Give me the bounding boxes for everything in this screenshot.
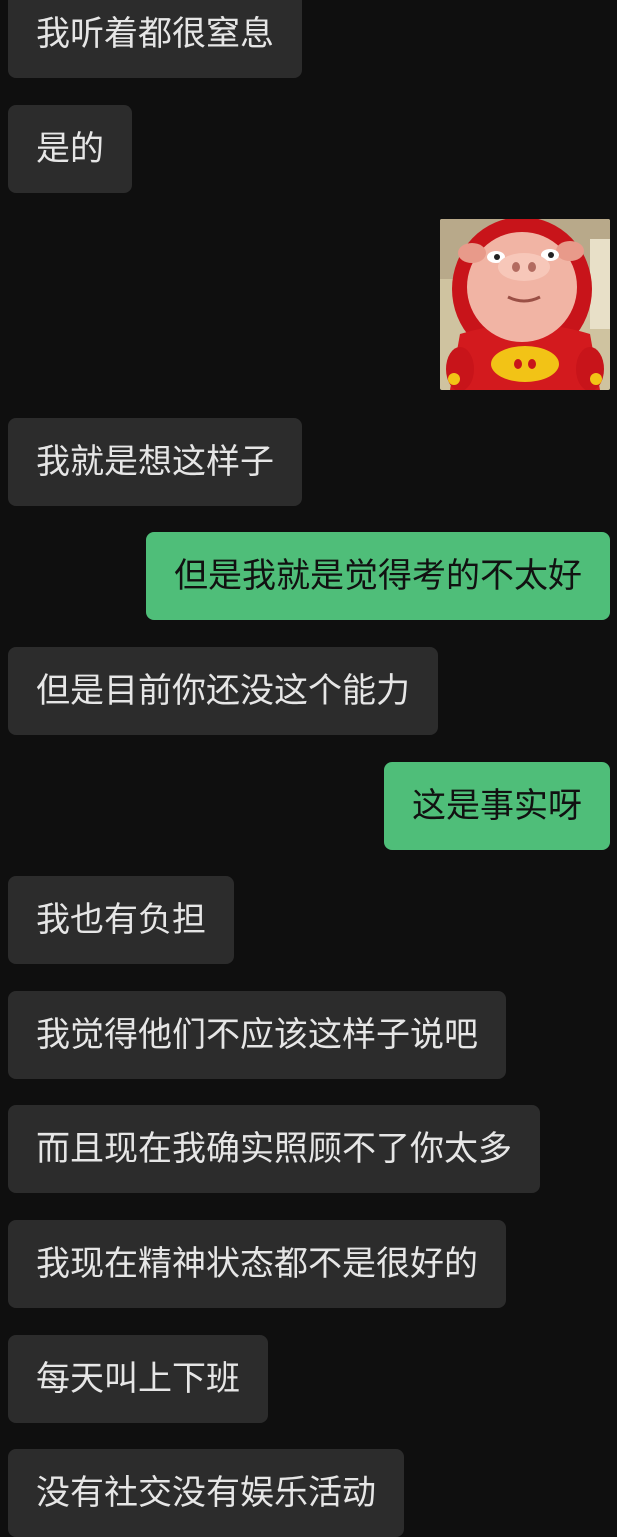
outgoing-message-bubble[interactable]: 这是事实呀 — [384, 762, 610, 850]
pig-mascot-sticker[interactable] — [440, 219, 610, 390]
chat-message-list[interactable]: 我听着都很窒息 是的 我就是想这样子 但是我就是觉得考的不太好 但是目前你还没这… — [0, 0, 617, 1537]
incoming-message-bubble[interactable]: 我现在精神状态都不是很好的 — [8, 1220, 506, 1308]
message-text: 这是事实呀 — [412, 786, 582, 826]
message-text: 没有社交没有娱乐活动 — [36, 1473, 376, 1513]
outgoing-message-bubble[interactable]: 但是我就是觉得考的不太好 — [146, 532, 610, 620]
incoming-message-bubble[interactable]: 我也有负担 — [8, 876, 234, 964]
incoming-message-bubble[interactable]: 而且现在我确实照顾不了你太多 — [8, 1105, 540, 1193]
incoming-message-bubble[interactable]: 没有社交没有娱乐活动 — [8, 1449, 404, 1537]
message-text: 我觉得他们不应该这样子说吧 — [36, 1015, 478, 1055]
message-text: 而且现在我确实照顾不了你太多 — [36, 1129, 512, 1169]
incoming-message-bubble[interactable]: 是的 — [8, 105, 132, 193]
incoming-message-bubble[interactable]: 我听着都很窒息 — [8, 0, 302, 78]
message-text: 但是目前你还没这个能力 — [36, 671, 410, 711]
message-text: 但是我就是觉得考的不太好 — [174, 556, 582, 596]
message-text: 每天叫上下班 — [36, 1359, 240, 1399]
incoming-message-bubble[interactable]: 我就是想这样子 — [8, 418, 302, 506]
message-text: 我听着都很窒息 — [36, 14, 274, 54]
message-text: 我就是想这样子 — [36, 442, 274, 482]
incoming-message-bubble[interactable]: 但是目前你还没这个能力 — [8, 647, 438, 735]
message-text: 是的 — [36, 129, 104, 169]
message-text: 我也有负担 — [36, 900, 206, 940]
incoming-message-bubble[interactable]: 每天叫上下班 — [8, 1335, 268, 1423]
incoming-message-bubble[interactable]: 我觉得他们不应该这样子说吧 — [8, 991, 506, 1079]
message-text: 我现在精神状态都不是很好的 — [36, 1244, 478, 1284]
